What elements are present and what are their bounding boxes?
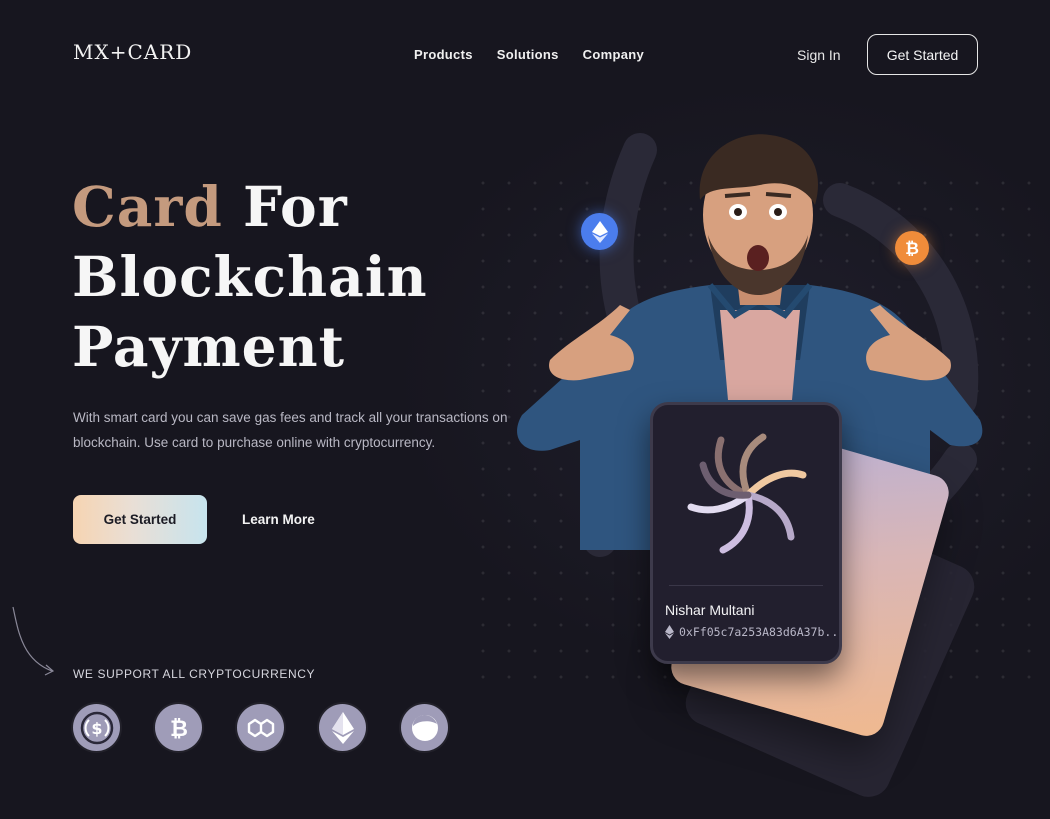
sign-in-link[interactable]: Sign In	[797, 47, 841, 63]
hero-get-started-button[interactable]: Get Started	[73, 495, 207, 544]
polygon-icon[interactable]	[237, 704, 284, 751]
hero-title-line-2: Blockchain	[72, 244, 428, 309]
nav-item-products[interactable]: Products	[414, 47, 473, 62]
landing-page: MX+CARD Products Solutions Company Sign …	[0, 0, 1050, 819]
floating-ethereum-icon	[581, 213, 618, 250]
hero-title: Card For Blockchain Payment	[72, 172, 428, 382]
bitcoin-icon[interactable]: ₿	[155, 704, 202, 751]
card-divider	[669, 585, 823, 586]
curved-arrow-icon	[12, 606, 55, 676]
nav-item-company[interactable]: Company	[583, 47, 644, 62]
svg-text:₿: ₿	[170, 717, 188, 742]
hero-title-line-3: Payment	[72, 314, 346, 379]
wallet-address-text: 0xFf05c7a253A83d6A37b...	[679, 625, 842, 639]
hero-description: With smart card you can save gas fees an…	[73, 410, 508, 450]
ethereum-icon[interactable]	[319, 704, 366, 751]
card-swirl-logo-icon	[687, 433, 807, 554]
supported-coins: $ ₿	[73, 704, 448, 751]
brand-logo[interactable]: MX+CARD	[73, 40, 192, 64]
crypto-card[interactable]: Nishar Multani 0xFf05c7a253A83d6A37b...	[650, 402, 842, 664]
support-label: WE SUPPORT ALL CRYPTOCURRENCY	[73, 667, 316, 681]
header-get-started-button[interactable]: Get Started	[867, 34, 978, 75]
ethereum-small-icon	[665, 625, 674, 639]
learn-more-link[interactable]: Learn More	[242, 512, 315, 527]
floating-bitcoin-icon: ₿	[895, 231, 929, 265]
main-nav: Products Solutions Company	[414, 47, 644, 62]
card-wallet-address: 0xFf05c7a253A83d6A37b...	[665, 625, 842, 639]
hero-title-part: For	[243, 174, 348, 239]
terra-icon[interactable]	[401, 704, 448, 751]
hero-title-accent: Card	[72, 174, 223, 239]
svg-text:₿: ₿	[905, 239, 919, 259]
nav-item-solutions[interactable]: Solutions	[497, 47, 559, 62]
card-holder-name: Nishar Multani	[665, 602, 755, 618]
svg-text:$: $	[91, 719, 102, 738]
usdc-icon[interactable]: $	[73, 704, 120, 751]
